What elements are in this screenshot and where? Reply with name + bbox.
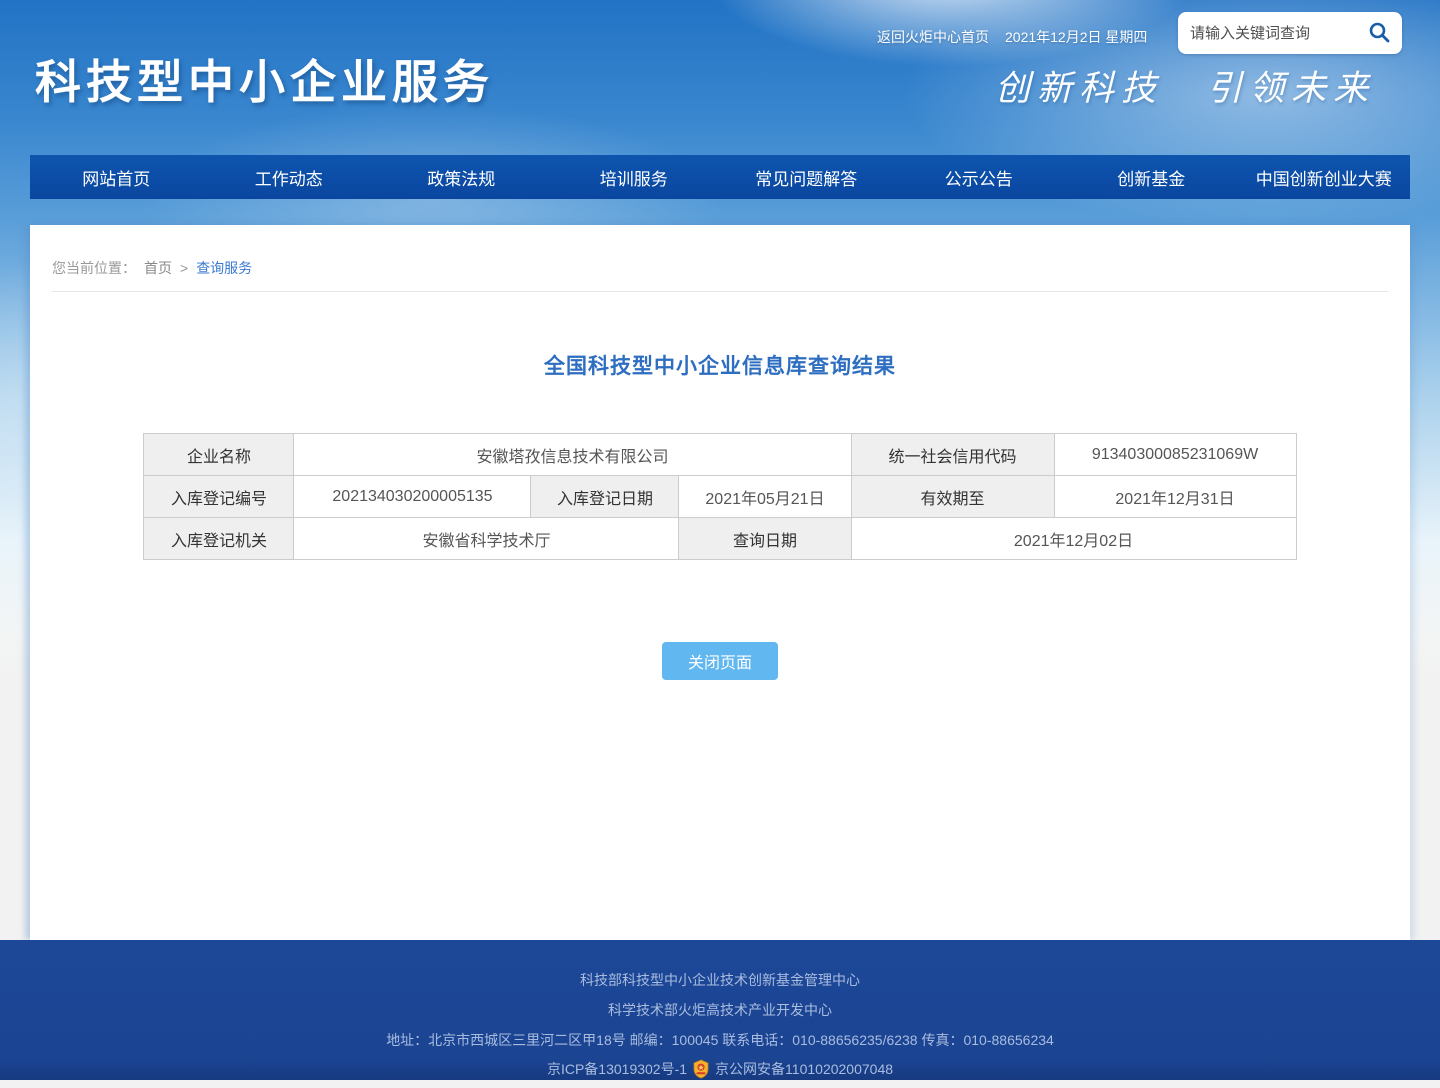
label-valid-until: 有效期至	[851, 476, 1054, 518]
footer: 科技部科技型中小企业技术创新基金管理中心 科学技术部火炬高技术产业开发中心 地址…	[0, 940, 1440, 1080]
close-page-button[interactable]: 关闭页面	[662, 642, 778, 680]
site-logo: 科技型中小企业服务	[35, 46, 494, 112]
value-company-name: 安徽塔孜信息技术有限公司	[294, 434, 851, 476]
breadcrumb-home-link[interactable]: 首页	[144, 258, 172, 278]
nav-item-policies[interactable]: 政策法规	[375, 155, 548, 199]
main-nav: 网站首页 工作动态 政策法规 培训服务 常见问题解答 公示公告 创新基金 中国创…	[30, 155, 1410, 199]
icp-license-link[interactable]: 京ICP备13019302号-1	[547, 1055, 687, 1083]
search-input[interactable]	[1190, 25, 1364, 42]
label-query-date: 查询日期	[679, 518, 851, 560]
search-icon	[1367, 20, 1391, 47]
nav-item-faq[interactable]: 常见问题解答	[720, 155, 893, 199]
nav-item-competition[interactable]: 中国创新创业大赛	[1238, 155, 1411, 199]
label-credit-code: 统一社会信用代码	[851, 434, 1054, 476]
breadcrumb-prefix: 您当前位置：	[52, 258, 136, 278]
label-registration-number: 入库登记编号	[144, 476, 294, 518]
breadcrumb-divider	[52, 291, 1388, 292]
nav-item-training[interactable]: 培训服务	[548, 155, 721, 199]
top-links: 返回火炬中心首页 2021年12月2日 星期四	[877, 27, 1147, 47]
police-badge-icon	[692, 1059, 710, 1079]
label-registration-agency: 入库登记机关	[144, 518, 294, 560]
breadcrumb-separator: >	[180, 260, 188, 276]
value-registration-date: 2021年05月21日	[679, 476, 851, 518]
nav-item-home[interactable]: 网站首页	[30, 155, 203, 199]
page-title: 全国科技型中小企业信息库查询结果	[30, 350, 1410, 380]
footer-org-line-2: 科学技术部火炬高技术产业开发中心	[0, 995, 1440, 1025]
value-registration-agency: 安徽省科学技术厅	[294, 518, 679, 560]
return-torch-home-link[interactable]: 返回火炬中心首页	[877, 27, 989, 47]
search-button[interactable]	[1364, 18, 1394, 48]
footer-org-line-1: 科技部科技型中小企业技术创新基金管理中心	[0, 965, 1440, 995]
footer-icp-line: 京ICP备13019302号-1 京公网安备11010202007048	[0, 1055, 1440, 1083]
query-result-table: 企业名称 安徽塔孜信息技术有限公司 统一社会信用代码 9134030008523…	[143, 433, 1296, 560]
nav-item-work-news[interactable]: 工作动态	[203, 155, 376, 199]
police-record-link[interactable]: 京公网安备11010202007048	[715, 1055, 893, 1083]
table-row: 入库登记编号 202134030200005135 入库登记日期 2021年05…	[144, 476, 1296, 518]
label-company-name: 企业名称	[144, 434, 294, 476]
table-row: 入库登记机关 安徽省科学技术厅 查询日期 2021年12月02日	[144, 518, 1296, 560]
table-row: 企业名称 安徽塔孜信息技术有限公司 统一社会信用代码 9134030008523…	[144, 434, 1296, 476]
value-query-date: 2021年12月02日	[851, 518, 1296, 560]
nav-item-innovation-fund[interactable]: 创新基金	[1065, 155, 1238, 199]
footer-address-line: 地址：北京市西城区三里河二区甲18号 邮编：100045 联系电话：010-88…	[0, 1025, 1440, 1055]
nav-item-announcements[interactable]: 公示公告	[893, 155, 1066, 199]
breadcrumb-current-link[interactable]: 查询服务	[196, 258, 252, 278]
breadcrumb: 您当前位置： 首页 > 查询服务	[30, 225, 1410, 278]
value-credit-code: 91340300085231069W	[1054, 434, 1296, 476]
value-registration-number: 202134030200005135	[294, 476, 531, 518]
content-card: 您当前位置： 首页 > 查询服务 全国科技型中小企业信息库查询结果 企业名称 安…	[30, 225, 1410, 940]
label-registration-date: 入库登记日期	[531, 476, 679, 518]
current-date: 2021年12月2日 星期四	[1005, 27, 1147, 47]
search-box[interactable]	[1178, 12, 1402, 54]
site-slogan: 创新科技 引领未来	[995, 60, 1395, 111]
value-valid-until: 2021年12月31日	[1054, 476, 1296, 518]
